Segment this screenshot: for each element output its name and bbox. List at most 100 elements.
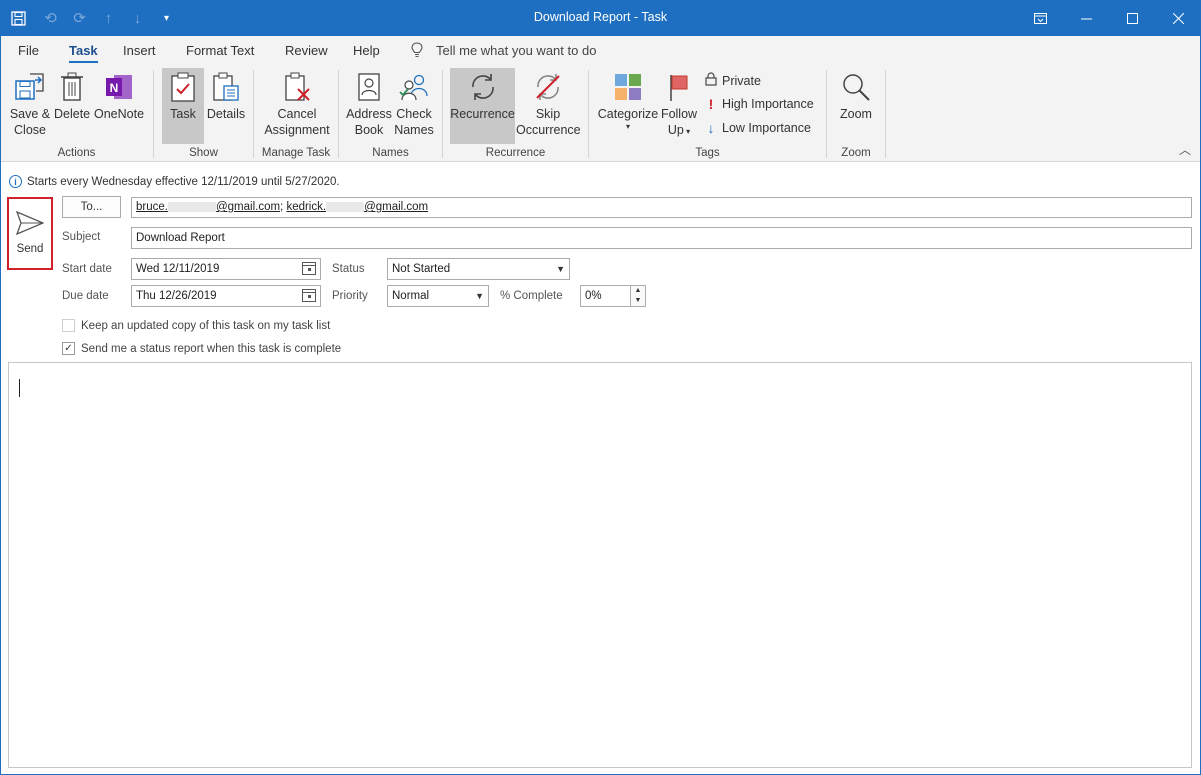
clipboard-check-icon	[162, 68, 204, 106]
subject-label: Subject	[62, 231, 101, 243]
address-book-button[interactable]: Address Book	[345, 68, 393, 138]
start-date-label: Start date	[62, 263, 112, 275]
cancel-assignment-icon	[262, 68, 332, 106]
group-manage-task: Cancel Assignment Manage Task	[254, 64, 338, 162]
ribbon-display-options-icon[interactable]	[1017, 0, 1063, 36]
chevron-down-icon: ▼	[475, 291, 484, 301]
group-label-zoom: Zoom	[841, 147, 871, 159]
ribbon-tabs: File Task Insert Format Text Review Help…	[0, 36, 1201, 64]
group-actions: Save & Close Delete N OneNote Actions	[0, 64, 153, 162]
group-names: Address Book Check Names Names	[339, 64, 442, 162]
priority-label: Priority	[332, 290, 368, 302]
window-controls	[1017, 0, 1201, 36]
onenote-button[interactable]: N OneNote	[93, 68, 145, 122]
address-book-icon	[345, 68, 393, 106]
private-button[interactable]: Private	[705, 72, 761, 89]
tell-me-search[interactable]: Tell me what you want to do	[436, 43, 596, 58]
task-view-button[interactable]: Task	[162, 68, 204, 144]
stepper-up-icon[interactable]: ▲	[631, 286, 645, 296]
tab-format-text[interactable]: Format Text	[186, 43, 254, 58]
group-tags: Categorize ▾ Follow Up ▾ Private ! High …	[589, 64, 826, 162]
status-select[interactable]: Not Started ▼	[387, 258, 570, 280]
chevron-down-icon: ▾	[683, 127, 691, 136]
to-field[interactable]: bruce. @gmail.com; kedrick. @gmail.com	[131, 197, 1192, 218]
check-names-button[interactable]: Check Names	[393, 68, 435, 138]
percent-complete-field[interactable]: 0%	[580, 285, 631, 307]
group-recurrence: Recurrence Skip Occurrence Recurrence	[443, 64, 588, 162]
lightbulb-icon	[410, 42, 424, 61]
text-cursor	[19, 379, 20, 397]
close-icon[interactable]	[1155, 0, 1201, 36]
tab-help[interactable]: Help	[353, 43, 380, 58]
trash-icon	[54, 68, 90, 106]
flag-icon	[659, 68, 699, 106]
start-date-field[interactable]: Wed 12/11/2019	[131, 258, 321, 280]
due-date-field[interactable]: Thu 12/26/2019	[131, 285, 321, 307]
minimize-icon[interactable]	[1063, 0, 1109, 36]
calendar-icon[interactable]	[302, 262, 316, 275]
onenote-icon: N	[93, 68, 145, 106]
skip-occurrence-button[interactable]: Skip Occurrence	[516, 68, 581, 138]
details-icon	[205, 68, 247, 106]
svg-text:N: N	[110, 81, 119, 95]
high-importance-button[interactable]: ! High Importance	[705, 96, 814, 112]
low-importance-button[interactable]: ↓ Low Importance	[705, 120, 811, 136]
stepper-down-icon[interactable]: ▼	[631, 296, 645, 306]
categorize-button[interactable]: Categorize ▾	[597, 68, 659, 132]
send-icon	[15, 210, 45, 238]
status-report-checkbox[interactable]: ✓ Send me a status report when this task…	[62, 342, 341, 355]
follow-up-button[interactable]: Follow Up ▾	[659, 68, 699, 140]
tab-insert[interactable]: Insert	[123, 43, 156, 58]
delete-button[interactable]: Delete	[54, 68, 90, 122]
skip-occurrence-icon	[516, 68, 580, 106]
to-button[interactable]: To...	[62, 196, 121, 218]
redacted-text	[167, 201, 216, 212]
calendar-icon[interactable]	[302, 289, 316, 302]
save-close-button[interactable]: Save & Close	[6, 68, 54, 138]
check-names-icon	[393, 68, 435, 106]
tab-task[interactable]: Task	[69, 43, 98, 63]
group-label-show: Show	[189, 147, 218, 159]
task-body-editor[interactable]	[8, 362, 1192, 768]
recurrence-icon	[450, 68, 515, 106]
status-label: Status	[332, 263, 365, 275]
recurrence-button[interactable]: Recurrence	[450, 68, 515, 144]
group-label-recurrence: Recurrence	[485, 147, 546, 159]
details-button[interactable]: Details	[205, 68, 247, 122]
save-close-icon	[6, 68, 54, 106]
percent-complete-stepper[interactable]: ▲ ▼	[630, 285, 646, 307]
keep-copy-checkbox[interactable]: Keep an updated copy of this task on my …	[62, 319, 330, 332]
lock-icon	[705, 72, 717, 89]
magnifier-icon	[835, 68, 877, 106]
tab-file[interactable]: File	[18, 43, 39, 58]
chevron-down-icon: ▾	[625, 122, 630, 131]
percent-complete-label: % Complete	[500, 290, 563, 302]
send-button[interactable]: Send	[7, 197, 53, 270]
divider	[885, 70, 886, 158]
group-label-manage-task: Manage Task	[261, 147, 331, 159]
group-label-names: Names	[372, 147, 409, 159]
maximize-icon[interactable]	[1109, 0, 1155, 36]
exclamation-icon: !	[708, 96, 714, 112]
tab-review[interactable]: Review	[285, 43, 328, 58]
info-icon: i	[9, 175, 22, 188]
group-label-actions: Actions	[57, 147, 96, 159]
subject-field[interactable]: Download Report	[131, 227, 1192, 249]
due-date-label: Due date	[62, 290, 109, 302]
title-bar: ⟲ ⟳ ↑ ↓ ▾ Download Report - Task	[0, 0, 1201, 36]
checkbox-unchecked[interactable]	[62, 319, 75, 332]
cancel-assignment-button[interactable]: Cancel Assignment	[262, 68, 332, 138]
categorize-icon	[597, 68, 659, 106]
checkbox-checked-icon[interactable]: ✓	[62, 342, 75, 355]
collapse-ribbon-icon[interactable]: ︿	[1179, 141, 1191, 158]
recurrence-info-bar: i Starts every Wednesday effective 12/11…	[9, 175, 340, 188]
priority-select[interactable]: Normal ▼	[387, 285, 489, 307]
group-zoom: Zoom Zoom	[827, 64, 885, 162]
zoom-button[interactable]: Zoom	[835, 68, 877, 122]
chevron-down-icon: ▼	[556, 264, 565, 274]
group-label-tags: Tags	[695, 147, 720, 159]
redacted-text	[326, 201, 365, 212]
arrow-down-icon: ↓	[707, 120, 715, 136]
group-show: Task Details Show	[154, 64, 253, 162]
ribbon: Save & Close Delete N OneNote Actions Ta…	[0, 64, 1201, 162]
